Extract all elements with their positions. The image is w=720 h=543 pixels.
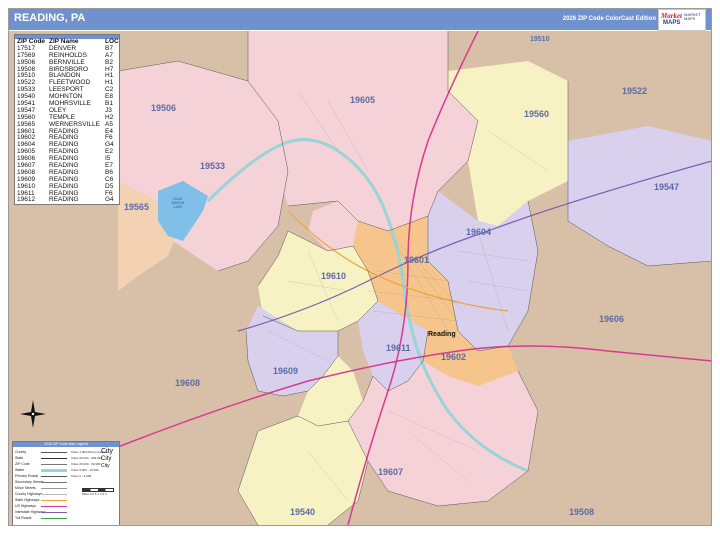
compass-rose-icon — [20, 400, 46, 428]
scale-text: Miles 0 0.5 1 1.5 2 — [82, 492, 107, 496]
legend-city-sample-1: City — [101, 448, 114, 455]
zip-cell-zip: 19612 — [17, 196, 36, 204]
zip-label-19560: 19560 — [524, 109, 550, 119]
zip-label-19610: 19610 — [321, 271, 347, 281]
legend-state-hwy: State Highways — [15, 498, 40, 502]
zip-label-19601: 19601 — [404, 255, 430, 265]
zip-label-19547: 19547 — [654, 182, 680, 192]
legend-pop-4: Cities 5,000 - 19,999 — [71, 468, 99, 472]
scale-bar: Miles 0 0.5 1 1.5 2 — [82, 488, 114, 498]
zip-label-19533: 19533 — [200, 161, 226, 171]
zip-label-19605: 19605 — [350, 95, 376, 105]
map-header: READING, PA 2026 ZIP Code ColorCast Edit… — [8, 8, 712, 31]
legend-water-swatch — [41, 469, 67, 472]
zip-code-table: ZIP Code ZIP Name LOC 17517 DENVER B7 17569… — [14, 34, 120, 206]
logo-sub-text: MARKET MAPS — [684, 12, 701, 21]
zip-table-row: 19612 READING G4 — [15, 197, 119, 204]
legend-county: County — [15, 450, 27, 454]
zip-label-19611: 19611 — [386, 343, 411, 353]
legend-water: Water — [15, 468, 25, 472]
publisher-logo: Market MAPS MARKET MAPS — [658, 9, 706, 31]
legend-county-hwy: County Highways — [15, 492, 43, 496]
zip-label-19510: 19510 — [530, 36, 550, 43]
legend-us-hwy: US Highways — [15, 504, 37, 508]
legend-primary-line — [41, 476, 67, 477]
zip-label-19602: 19602 — [441, 352, 467, 362]
zip-label-19604: 19604 — [466, 227, 492, 237]
legend-us-hwy-line — [41, 506, 67, 507]
legend-city-sample-2: City — [101, 456, 112, 462]
zip-cell-name: READING — [49, 196, 79, 204]
zip-label-19607: 19607 — [378, 467, 404, 477]
zip-label-19608: 19608 — [175, 378, 201, 388]
zip-label-19540: 19540 — [290, 507, 316, 517]
edition-label: 2026 ZIP Code ColorCast Edition — [562, 16, 656, 22]
legend-minor-line — [41, 488, 67, 489]
zip-label-19508: 19508 — [569, 507, 595, 517]
logo-market-text: Market — [661, 12, 682, 20]
map-legend: 2026 ZIP Code Map Legend County State ZI… — [12, 441, 120, 526]
legend-pop-2: Cities 60,000 - 999,999 — [71, 456, 103, 460]
logo-maps-text: MAPS — [663, 20, 681, 26]
legend-county-hwy-line — [41, 494, 67, 495]
lake-label: BLUE MARSH LAKE — [171, 197, 185, 209]
legend-secondary-line — [41, 482, 67, 483]
zip-label-19609: 19609 — [273, 366, 299, 376]
legend-toll: Toll Roads — [15, 516, 32, 520]
legend-state-line — [41, 458, 67, 459]
zip-cell-loc: G4 — [105, 196, 114, 204]
legend-interstate-line — [41, 512, 67, 513]
legend-title: 2026 ZIP Code Map Legend — [13, 442, 119, 447]
zip-label-19565: 19565 — [124, 202, 150, 212]
legend-zip-line — [41, 464, 67, 465]
zip-label-19522: 19522 — [622, 86, 648, 96]
legend-pop-3: Cities 20,000 - 59,999 — [71, 462, 101, 466]
zip-label-19506: 19506 — [151, 103, 177, 113]
city-label-reading[interactable]: Reading — [428, 331, 456, 338]
legend-secondary: Secondary Streets — [15, 480, 44, 484]
legend-state-hwy-line — [41, 500, 67, 501]
zip-table-body: 17517 DENVER B7 17569 REINHOLDS A7 19506 BERNVI… — [15, 45, 119, 204]
legend-zip: ZIP Code — [15, 462, 30, 466]
legend-minor: Minor Streets — [15, 486, 36, 490]
legend-toll-line — [41, 518, 67, 519]
legend-pop-5: Cities 0 - 4,999 — [71, 474, 92, 478]
legend-primary-roads: Primary Roads — [15, 474, 39, 478]
legend-county-line — [41, 452, 67, 453]
map-title: READING, PA — [14, 12, 86, 24]
legend-city-sample-3: City — [101, 463, 110, 469]
zip-label-19606: 19606 — [599, 314, 625, 324]
legend-state: State — [15, 456, 24, 460]
